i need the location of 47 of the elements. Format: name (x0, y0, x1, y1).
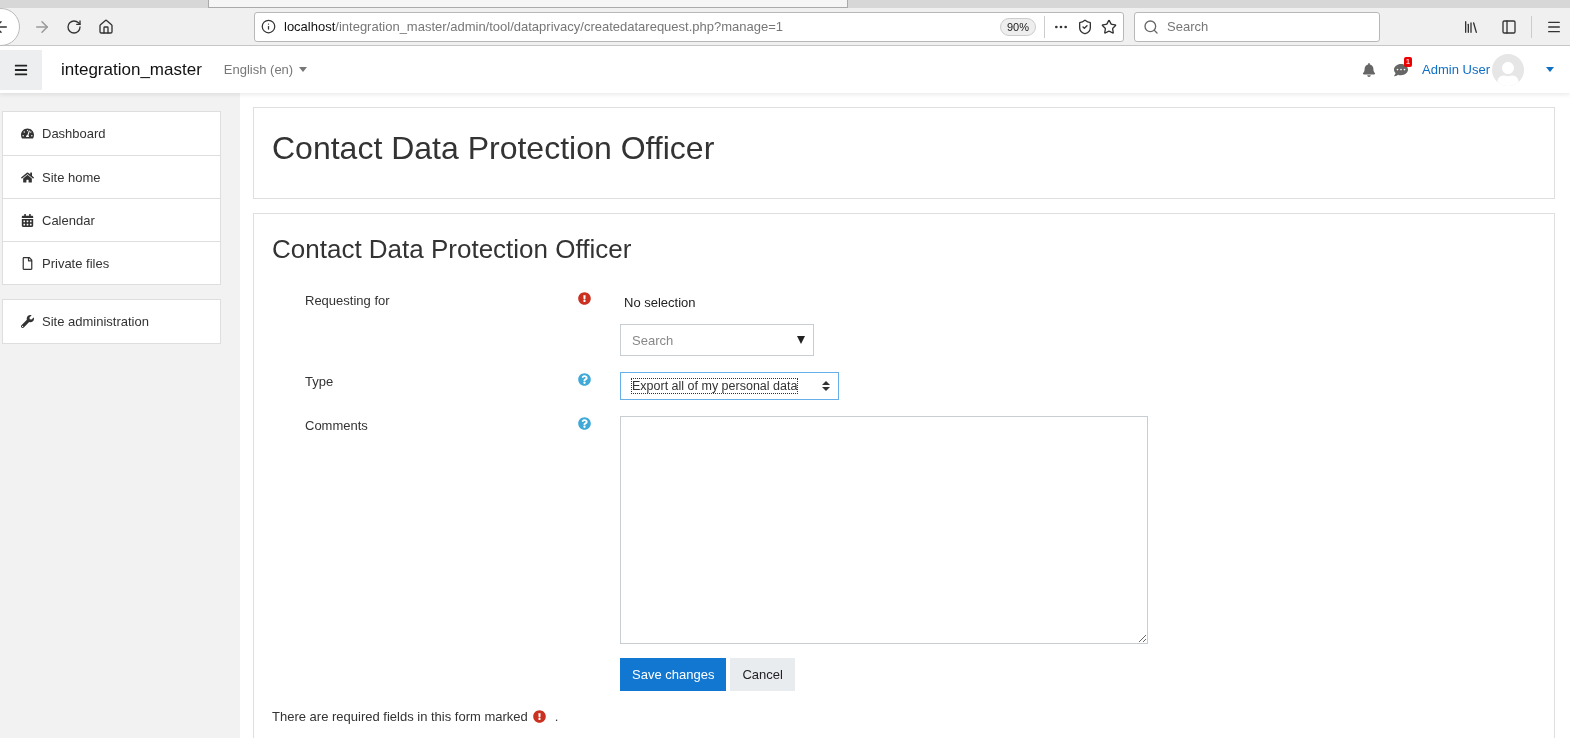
shield-icon[interactable] (1077, 18, 1093, 35)
search-icon (1143, 18, 1159, 35)
cancel-button[interactable]: Cancel (730, 658, 795, 691)
sidebar-item[interactable]: Site home (3, 155, 220, 198)
field-label: Type (305, 373, 335, 391)
updown-icon (822, 381, 830, 391)
wrench-icon (21, 315, 34, 328)
bell-icon[interactable] (1362, 62, 1377, 77)
sidebar-item[interactable]: Dashboard (3, 112, 220, 155)
selection-text: No selection (623, 294, 696, 310)
help-icon[interactable] (578, 417, 591, 430)
required-icon (532, 710, 546, 723)
chat-icon[interactable] (1394, 62, 1409, 77)
dashboard-icon (21, 127, 34, 140)
user-name[interactable]: Admin User (1422, 62, 1490, 77)
save-button[interactable]: Save changes (620, 658, 727, 691)
info-icon[interactable] (261, 19, 276, 34)
required-note: There are required fields in this form marked (272, 709, 528, 724)
caret-icon (797, 336, 805, 344)
reload-icon (66, 18, 82, 35)
url-text: localhost/integration_master/admin/tool/dataprivacy/createdatarequest.php?manage=1 (284, 19, 784, 34)
sidebar-item[interactable]: Site administration (3, 300, 220, 343)
field-label: Comments (305, 417, 369, 435)
star-icon[interactable] (1101, 18, 1117, 35)
site-name[interactable]: integration_master (61, 59, 202, 80)
note-period: . (554, 709, 559, 724)
sidebar-item[interactable]: Calendar (3, 198, 220, 241)
type-select[interactable]: Export all of my personal data (620, 372, 839, 400)
form-title: Contact Data Protection Officer (272, 234, 633, 265)
caret-icon[interactable] (1546, 67, 1554, 72)
file-icon (21, 256, 34, 270)
menu-button[interactable] (0, 49, 42, 90)
sidebar-item[interactable]: Private files (3, 241, 220, 284)
zoom-indicator[interactable]: 90% (999, 17, 1036, 36)
calendar-icon (21, 213, 34, 227)
page-title: Contact Data Protection Officer (272, 129, 716, 168)
home-icon (98, 18, 114, 35)
help-icon[interactable] (578, 373, 591, 386)
field-label: Requesting for (305, 292, 391, 310)
comments-field[interactable] (620, 416, 1148, 644)
message-count: 1 (1403, 56, 1413, 67)
home-icon (21, 170, 34, 184)
language-menu[interactable]: English (en) (217, 61, 314, 78)
menu-icon (14, 62, 28, 77)
browser-search-field[interactable]: Search (1134, 11, 1380, 42)
address-bar[interactable]: localhost/integration_master/admin/tool/dataprivacy/createdatarequest.php?manage=1 90% (254, 11, 1124, 42)
search-field[interactable]: Search (620, 324, 814, 356)
